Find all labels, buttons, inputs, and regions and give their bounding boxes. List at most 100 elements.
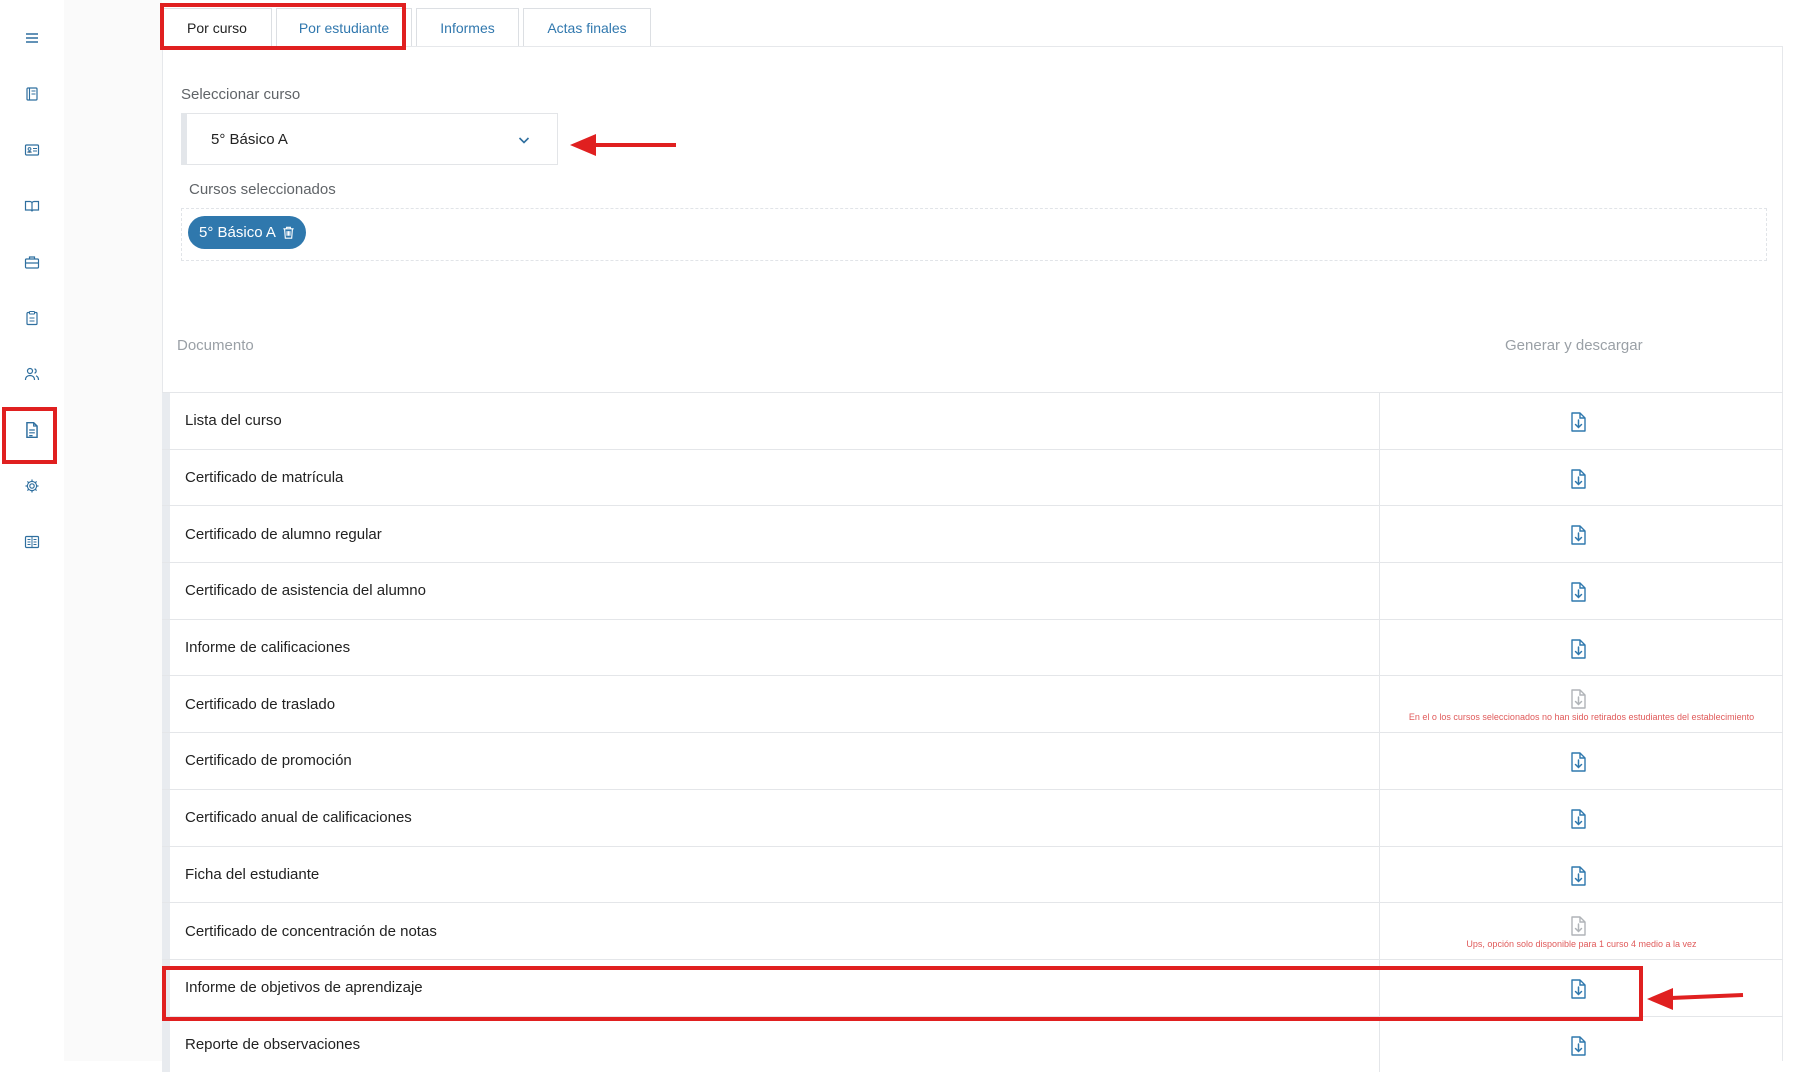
document-name: Certificado de promoción	[185, 752, 352, 770]
download-document-icon	[1568, 688, 1588, 710]
download-document-icon[interactable]	[1568, 411, 1588, 433]
column-divider	[1379, 1016, 1380, 1072]
table-row: Certificado de promoción	[162, 732, 1783, 789]
row-stripe	[162, 959, 170, 1016]
column-divider	[1379, 563, 1380, 619]
download-document-icon[interactable]	[1568, 468, 1588, 490]
document-name: Lista del curso	[185, 412, 282, 430]
sidebar-item-briefcase[interactable]	[0, 234, 64, 290]
download-document-icon[interactable]	[1568, 978, 1588, 1000]
table-row: Certificado de concentración de notas Ups…	[162, 902, 1783, 959]
sidebar-item-notebook[interactable]	[0, 66, 64, 122]
document-name: Certificado de matrícula	[185, 469, 344, 487]
unavailable-message: En el o los cursos seleccionados no han …	[1408, 712, 1755, 723]
document-icon	[26, 421, 38, 439]
notebook-icon	[26, 87, 38, 101]
document-name: Certificado de traslado	[185, 695, 336, 713]
document-name: Certificado de alumno regular	[185, 525, 382, 543]
column-header-generate: Generar y descargar	[1505, 337, 1643, 354]
row-stripe	[162, 1016, 170, 1072]
documents-table: Lista del curso Certificado de matrícula C…	[162, 392, 1783, 1072]
row-stripe	[162, 733, 170, 789]
tab-por-estudiante[interactable]: Por estudiante	[276, 8, 412, 47]
document-name: Informe de objetivos de aprendizaje	[185, 979, 423, 997]
column-divider	[1379, 846, 1380, 903]
users-icon	[24, 367, 40, 381]
download-document-icon[interactable]	[1568, 524, 1588, 546]
row-stripe	[162, 846, 170, 903]
course-chip: 5° Básico A	[188, 216, 306, 249]
column-divider	[1379, 733, 1380, 789]
document-name: Ficha del estudiante	[185, 865, 320, 883]
download-document-icon[interactable]	[1568, 865, 1588, 887]
document-name: Reporte de observaciones	[185, 1035, 361, 1053]
sidebar-item-documents[interactable]	[0, 402, 64, 458]
download-document-icon	[1568, 915, 1588, 937]
sidebar-item-clipboard[interactable]	[0, 290, 64, 346]
sidebar	[0, 0, 64, 1061]
column-divider	[1379, 393, 1380, 449]
row-stripe	[162, 506, 170, 563]
briefcase-icon	[24, 256, 40, 269]
table-row: Informe de objetivos de aprendizaje	[162, 958, 1783, 1016]
column-divider	[1379, 619, 1380, 676]
sidebar-item-users[interactable]	[0, 346, 64, 402]
row-stripe	[162, 563, 170, 619]
sidebar-item-id-card[interactable]	[0, 122, 64, 178]
table-row: Certificado de asistencia del alumno	[162, 562, 1783, 619]
course-select[interactable]: 5° Básico A	[181, 113, 558, 165]
book-columns-icon	[24, 535, 40, 549]
document-name: Certificado anual de calificaciones	[185, 809, 412, 827]
column-divider	[1379, 449, 1380, 506]
row-stripe	[162, 676, 170, 733]
download-document-icon[interactable]	[1568, 581, 1588, 603]
download-document-icon[interactable]	[1568, 638, 1588, 660]
row-stripe	[162, 393, 170, 449]
menu-button[interactable]	[0, 10, 64, 66]
sidebar-item-book[interactable]	[0, 178, 64, 234]
table-row: Certificado anual de calificaciones	[162, 788, 1783, 846]
clipboard-icon	[26, 311, 38, 326]
sidebar-item-book-columns[interactable]	[0, 514, 64, 570]
tab-bar: Por curso Por estudiante Informes Actas …	[162, 8, 655, 47]
menu-icon	[26, 33, 38, 43]
table-row: Lista del curso	[162, 392, 1783, 449]
course-select-value: 5° Básico A	[211, 130, 288, 148]
selected-courses-box	[181, 208, 1767, 261]
course-chip-label: 5° Básico A	[199, 224, 276, 241]
row-stripe	[162, 789, 170, 846]
unavailable-message: Ups, opción solo disponible para 1 curso…	[1466, 939, 1697, 950]
background-strip	[64, 0, 162, 1061]
table-row: Informe de calificaciones	[162, 618, 1783, 676]
column-header-document: Documento	[177, 337, 254, 354]
row-stripe	[162, 619, 170, 676]
trash-icon[interactable]	[281, 225, 296, 240]
column-divider	[1379, 676, 1380, 733]
tab-informes[interactable]: Informes	[416, 8, 519, 47]
column-divider	[1379, 789, 1380, 846]
gear-icon	[25, 479, 39, 493]
table-row: Ficha del estudiante	[162, 845, 1783, 903]
document-name: Informe de calificaciones	[185, 639, 351, 657]
open-book-icon	[24, 200, 40, 212]
row-stripe	[162, 903, 170, 959]
chevron-down-icon	[518, 137, 530, 144]
document-name: Certificado de concentración de notas	[185, 922, 437, 940]
tab-por-curso[interactable]: Por curso	[162, 8, 272, 47]
row-stripe	[162, 449, 170, 506]
column-divider	[1379, 959, 1380, 1016]
table-row: Certificado de traslado En el o los curso…	[162, 675, 1783, 733]
id-card-icon	[24, 144, 40, 156]
download-document-icon[interactable]	[1568, 751, 1588, 773]
column-divider	[1379, 506, 1380, 563]
sidebar-item-settings[interactable]	[0, 458, 64, 514]
table-row: Reporte de observaciones	[162, 1015, 1783, 1072]
column-divider	[1379, 903, 1380, 959]
tab-actas-finales[interactable]: Actas finales	[523, 8, 651, 47]
download-document-icon[interactable]	[1568, 1035, 1588, 1057]
select-course-label: Seleccionar curso	[181, 86, 301, 103]
table-row: Certificado de alumno regular	[162, 505, 1783, 563]
selected-courses-label: Cursos seleccionados	[189, 181, 336, 198]
download-document-icon[interactable]	[1568, 808, 1588, 830]
table-row: Certificado de matrícula	[162, 448, 1783, 506]
